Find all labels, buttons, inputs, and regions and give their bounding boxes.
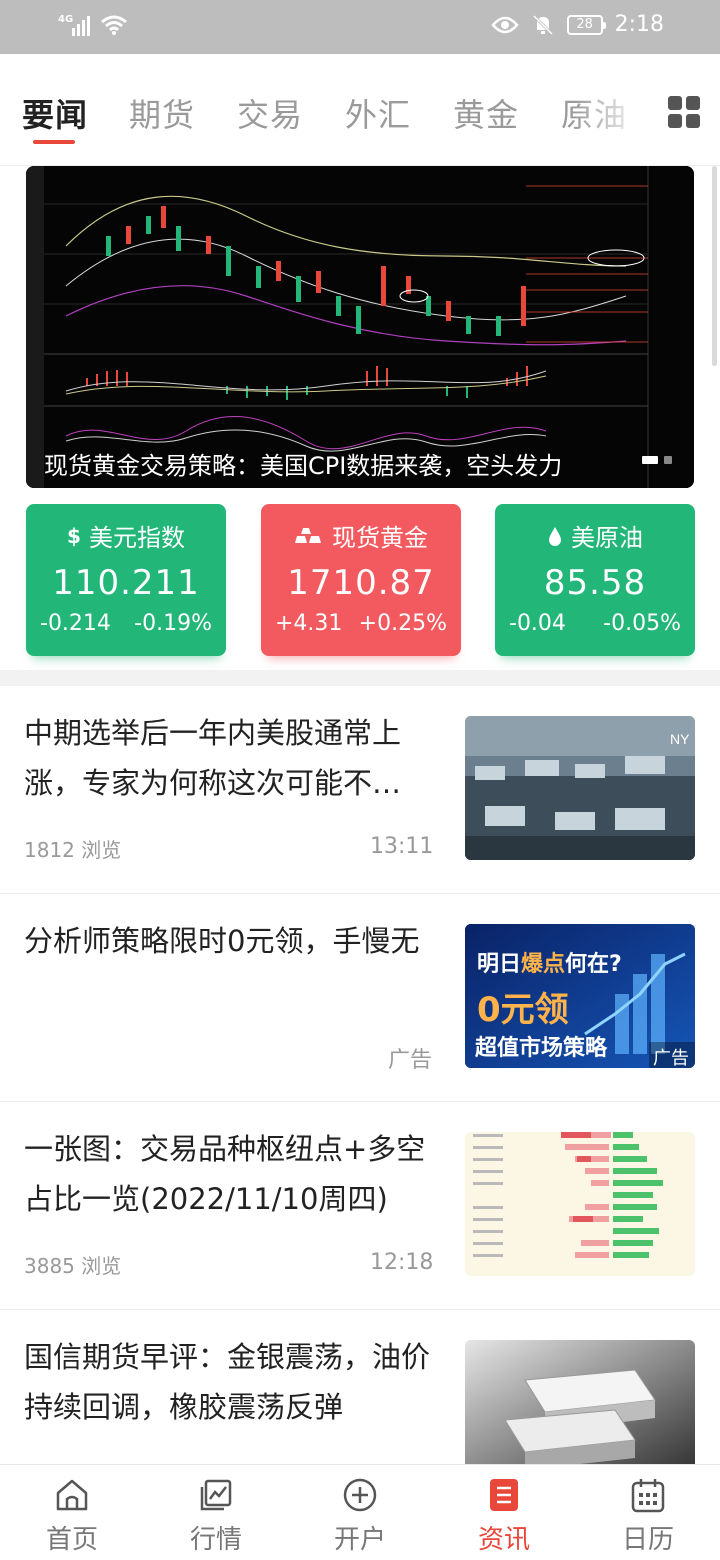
clock: 2:18 — [614, 12, 664, 37]
add-circle-icon — [343, 1478, 377, 1512]
bottom-navigation: 首页 行情 开户 资讯 日历 — [0, 1464, 720, 1560]
news-title: 分析师策略限时0元领，手慢无 — [24, 924, 420, 958]
tab-futures[interactable]: 期货 — [129, 90, 195, 136]
quote-change: +4.31 — [275, 611, 343, 636]
quote-change: -0.214 — [40, 611, 111, 636]
ad-text-highlight: 爆点 — [521, 952, 566, 977]
quote-card-spot-gold[interactable]: 现货黄金 1710.87 +4.31 +0.25% — [261, 504, 461, 656]
quote-changes: -0.214 -0.19% — [26, 611, 226, 636]
wifi-icon — [101, 15, 127, 35]
scrollbar[interactable] — [712, 166, 717, 366]
section-divider — [0, 670, 720, 686]
quote-value: 1710.87 — [287, 563, 435, 603]
news-title: 一张图：交易品种枢纽点+多空占比一览(2022/11/10周四) — [24, 1132, 426, 1216]
quote-name: 美原油 — [571, 524, 643, 552]
quote-change-pct: -0.19% — [134, 611, 212, 636]
status-bar: 4G 28 2:18 — [0, 0, 720, 54]
eye-icon — [490, 16, 519, 33]
svg-text:NY: NY — [670, 731, 690, 747]
status-right: 28 2:18 — [490, 12, 664, 37]
nav-open-account[interactable]: 开户 — [288, 1465, 432, 1560]
tab-forex[interactable]: 外汇 — [345, 90, 411, 136]
gold-chart-image — [26, 166, 694, 488]
news-item[interactable]: 一张图：交易品种枢纽点+多空占比一览(2022/11/10周四) 3885 浏览… — [0, 1102, 720, 1310]
quote-change-pct: +0.25% — [358, 611, 447, 636]
network-type: 4G — [58, 14, 74, 25]
cell-signal-icon: 4G — [58, 14, 92, 36]
home-icon — [56, 1479, 88, 1511]
nav-label: 资讯 — [477, 1525, 530, 1555]
quote-card-title: 美原油 — [495, 518, 695, 553]
news-icon — [490, 1479, 518, 1511]
dollar-icon: $ — [67, 523, 81, 548]
ad-subtext: 超值市场策略 — [475, 1036, 608, 1061]
pagination-dot-active — [642, 456, 658, 464]
quote-card-title: $ 美元指数 — [26, 518, 226, 553]
quote-name: 现货黄金 — [332, 524, 428, 552]
banner-caption: 现货黄金交易策略：美国CPI数据来袭，空头发力 — [44, 452, 563, 480]
news-title: 国信期货早评：金银震荡，油价持续回调，橡胶震荡反弹 — [24, 1340, 431, 1424]
news-views: 3885 浏览 — [24, 1254, 122, 1278]
news-thumbnail — [465, 1340, 695, 1470]
quote-change: -0.04 — [509, 611, 566, 636]
news-item-ad[interactable]: 分析师策略限时0元领，手慢无 广告 明日爆点何在? 0元领 超值市场策略 广告 — [0, 894, 720, 1102]
news-thumbnail: NY — [465, 716, 695, 860]
news-thumbnail — [465, 1132, 695, 1276]
news-title: 中期选举后一年内美股通常上涨，专家为何称这次可能不… — [24, 716, 402, 800]
battery-icon: 28 — [566, 14, 606, 35]
gold-bars-icon — [295, 527, 321, 543]
ad-badge: 广告 — [653, 1048, 689, 1068]
nav-news[interactable]: 资讯 — [432, 1465, 576, 1560]
ad-text: 明日 — [477, 952, 522, 977]
quote-card-us-crude[interactable]: 美原油 85.58 -0.04 -0.05% — [495, 504, 695, 656]
quote-change-pct: -0.05% — [603, 611, 681, 636]
category-grid-icon[interactable] — [668, 96, 700, 128]
ad-text: 何在? — [565, 952, 622, 977]
pagination-dot — [664, 456, 672, 464]
news-time: 12:18 — [370, 1250, 434, 1275]
battery-level: 28 — [576, 17, 593, 32]
headline-banner[interactable]: 现货黄金交易策略：美国CPI数据来袭，空头发力 — [26, 166, 694, 488]
news-time: 13:11 — [370, 834, 434, 859]
tab-fade — [574, 54, 664, 164]
nav-market[interactable]: 行情 — [144, 1465, 288, 1560]
market-chart-icon — [200, 1479, 232, 1511]
quote-value: 110.211 — [52, 563, 200, 603]
status-left: 4G — [58, 14, 128, 36]
nav-home[interactable]: 首页 — [0, 1465, 144, 1560]
quote-card-usd-index[interactable]: $ 美元指数 110.211 -0.214 -0.19% — [26, 504, 226, 656]
nav-label: 行情 — [189, 1525, 242, 1555]
nav-label: 首页 — [45, 1525, 98, 1555]
mute-bell-icon — [532, 14, 553, 35]
quote-value: 85.58 — [543, 563, 647, 603]
quote-changes: -0.04 -0.05% — [495, 611, 695, 636]
banner-pagination — [642, 456, 672, 464]
ad-label: 广告 — [387, 1048, 432, 1073]
news-item[interactable]: 中期选举后一年内美股通常上涨，专家为何称这次可能不… 1812 浏览 13:11… — [0, 686, 720, 894]
tab-trading[interactable]: 交易 — [237, 90, 303, 136]
quote-name: 美元指数 — [88, 524, 185, 552]
ad-thumbnail: 明日爆点何在? 0元领 超值市场策略 广告 — [465, 924, 695, 1068]
calendar-icon — [631, 1479, 665, 1513]
quote-changes: +4.31 +0.25% — [261, 611, 461, 636]
quote-card-title: 现货黄金 — [261, 518, 461, 553]
nav-label: 开户 — [333, 1525, 386, 1555]
tab-headlines[interactable]: 要闻 — [22, 90, 88, 136]
nav-label: 日历 — [621, 1525, 674, 1555]
oil-drop-icon — [549, 526, 561, 546]
news-views: 1812 浏览 — [24, 838, 122, 862]
active-tab-indicator — [33, 140, 75, 144]
nav-calendar[interactable]: 日历 — [576, 1465, 720, 1560]
ad-headline: 0元领 — [477, 990, 569, 1030]
tab-gold[interactable]: 黄金 — [453, 90, 519, 136]
